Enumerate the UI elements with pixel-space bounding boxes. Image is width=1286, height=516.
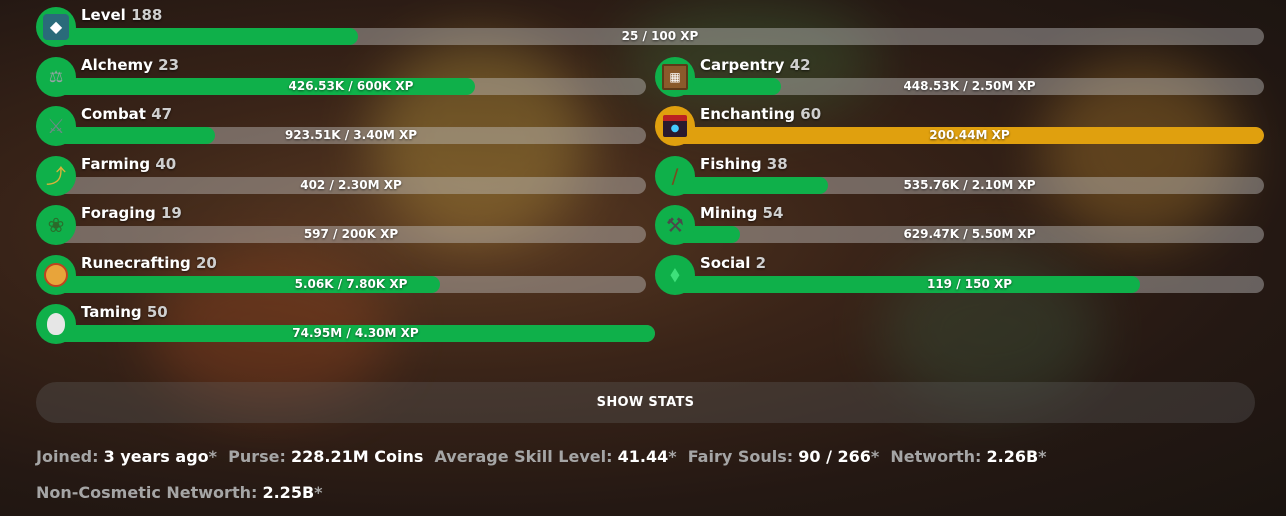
show-stats-button[interactable]: SHOW STATS: [36, 382, 1255, 423]
fishing-rod-icon: ∕: [671, 164, 679, 188]
skill-row-runecrafting: Runecrafting 20 5.06K / 7.80K XP: [36, 254, 646, 295]
skill-row-alchemy: ⚖ Alchemy 23 426.53K / 600K XP: [36, 56, 646, 97]
magma-cream-icon: [44, 263, 68, 287]
skill-name: Alchemy 23: [81, 56, 180, 74]
stats-line: Joined: 3 years ago* Purse: 228.21M Coin…: [36, 447, 1053, 466]
stat-non-cosmetic-networth: Non-Cosmetic Networth: 2.25B*: [36, 483, 323, 502]
skill-name: Taming 50: [81, 303, 168, 321]
skill-row-foraging: ❀ Foraging 19 597 / 200K XP: [36, 204, 646, 245]
sword-icon: ⚔: [47, 114, 65, 138]
xp-text: 74.95M / 4.30M XP: [292, 326, 419, 340]
skill-icon-badge: ▦: [655, 57, 695, 97]
stat-purse: Purse: 228.21M Coins: [228, 447, 424, 466]
xp-text: 597 / 200K XP: [303, 227, 399, 241]
hoe-icon: ⤴: [46, 164, 66, 188]
xp-text: 535.76K / 2.10M XP: [903, 178, 1036, 192]
skill-icon-badge: ⬧: [655, 255, 695, 295]
xp-text: 448.53K / 2.50M XP: [903, 79, 1036, 93]
skill-row-social: ⬧ Social 2 119 / 150 XP: [655, 254, 1264, 295]
xp-text: 200.44M XP: [929, 128, 1010, 142]
xp-text: 119 / 150 XP: [926, 277, 1013, 291]
skill-row-carpentry: ▦ Carpentry 42 448.53K / 2.50M XP: [655, 56, 1264, 97]
skill-icon-badge: ∕: [655, 156, 695, 196]
skill-row-combat: ⚔ Combat 47 923.51K / 3.40M XP: [36, 105, 646, 146]
skill-name: Farming 40: [81, 155, 177, 173]
enchanting-table-icon: ●: [663, 115, 687, 137]
skill-icon-badge: ❀: [36, 205, 76, 245]
skill-icon-badge: ⚔: [36, 106, 76, 146]
skill-row-fishing: ∕ Fishing 38 535.76K / 2.10M XP: [655, 155, 1264, 196]
skill-name: Runecrafting 20: [81, 254, 217, 272]
skill-name: Enchanting 60: [700, 105, 822, 123]
xp-text: 923.51K / 3.40M XP: [284, 128, 418, 142]
stats-line: Non-Cosmetic Networth: 2.25B*: [36, 483, 329, 502]
spawn-egg-icon: [47, 313, 65, 335]
xp-text: 629.47K / 5.50M XP: [903, 227, 1036, 241]
emerald-icon: ⬧: [670, 262, 680, 287]
xp-text: 25 / 100 XP: [621, 29, 699, 43]
xp-text: 402 / 2.30M XP: [300, 178, 402, 192]
xp-text: 5.06K / 7.80K XP: [294, 277, 408, 291]
skill-icon-badge: [36, 304, 76, 344]
skill-icon-badge: ●: [655, 106, 695, 146]
pickaxe-icon: ⚒: [666, 213, 684, 237]
brewing-stand-icon: ⚖: [48, 67, 64, 86]
skill-icon-badge: [36, 255, 76, 295]
skill-name: Carpentry 42: [700, 56, 811, 74]
skill-name: Level 188: [81, 6, 163, 24]
skill-row-level: ◆ Level 188 25 / 100 XP: [36, 6, 1264, 47]
skill-icon-badge: ⚖: [36, 57, 76, 97]
skill-row-enchanting: ● Enchanting 60 200.44M XP: [655, 105, 1264, 146]
skill-row-taming: Taming 50 74.95M / 4.30M XP: [36, 303, 655, 344]
skill-name: Combat 47: [81, 105, 173, 123]
stat-fairy-souls: Fairy Souls: 90 / 266*: [687, 447, 880, 466]
sapling-icon: ❀: [47, 213, 65, 237]
stat-average-skill-level: Average Skill Level: 41.44*: [434, 447, 677, 466]
level-icon-badge: ◆: [36, 7, 76, 47]
skill-row-mining: ⚒ Mining 54 629.47K / 5.50M XP: [655, 204, 1264, 245]
skill-name: Mining 54: [700, 204, 784, 222]
skill-name: Social 2: [700, 254, 767, 272]
skill-name: Foraging 19: [81, 204, 182, 222]
stat-networth: Networth: 2.26B*: [890, 447, 1047, 466]
skill-name: Fishing 38: [700, 155, 788, 173]
crafting-table-icon: ▦: [662, 64, 688, 90]
skill-icon-badge: ⚒: [655, 205, 695, 245]
skill-icon-badge: ⤴: [36, 156, 76, 196]
skill-row-farming: ⤴ Farming 40 402 / 2.30M XP: [36, 155, 646, 196]
skyblock-level-icon: ◆: [43, 14, 69, 40]
stat-joined: Joined: 3 years ago*: [36, 447, 218, 466]
xp-text: 426.53K / 600K XP: [288, 79, 414, 93]
